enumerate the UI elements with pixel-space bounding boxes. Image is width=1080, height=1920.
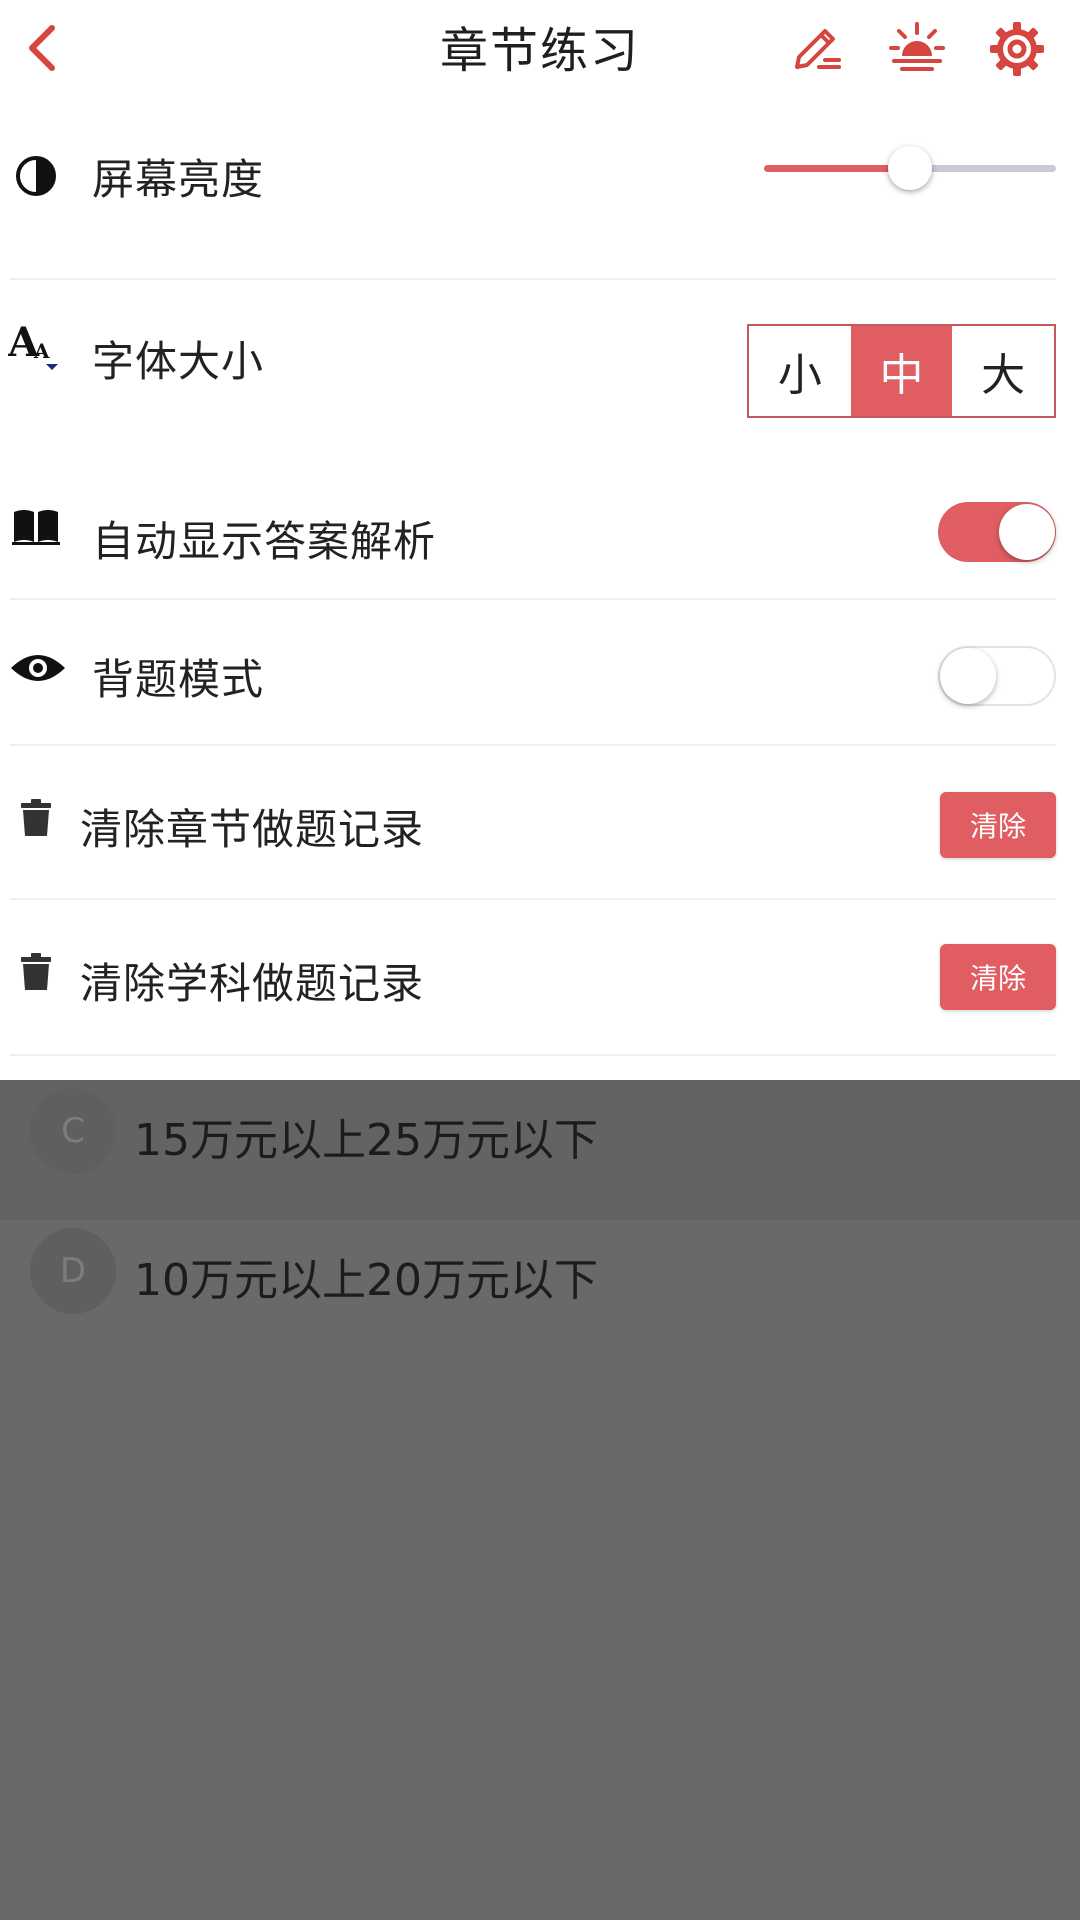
font-size-selector: 小 中 大 (747, 324, 1056, 418)
brightness-label: 屏幕亮度 (92, 155, 265, 204)
contrast-icon (8, 148, 64, 204)
toggle-knob (940, 648, 996, 704)
settings-panel: 屏幕亮度 A A 字体大小 小 中 大 自动显示答案解析 背题模式 清除章节做题… (0, 102, 1080, 1080)
clear-chapter-button[interactable]: 清除 (940, 792, 1056, 858)
clear-chapter-label: 清除章节做题记录 (80, 805, 425, 854)
recite-mode-label: 背题模式 (92, 655, 265, 704)
edit-button[interactable] (784, 18, 850, 84)
recite-mode-row: 背题模式 (0, 600, 1080, 746)
pencil-icon (789, 21, 845, 81)
auto-answer-row: 自动显示答案解析 (0, 438, 1080, 600)
option-letter-badge: C (30, 1088, 116, 1174)
option-text: 15万元以上25万元以下 (134, 1115, 598, 1166)
eye-icon (8, 640, 68, 696)
trash-icon (8, 944, 64, 1000)
clear-subject-label: 清除学科做题记录 (80, 959, 425, 1008)
gear-icon (988, 20, 1046, 82)
page: 章节练习 屏幕亮度 A A 字体大小 小 中 大 自动显示答案解析 背题模式 清… (0, 0, 1080, 1920)
option-text: 10万元以上20万元以下 (134, 1255, 598, 1306)
recite-mode-toggle[interactable] (938, 646, 1056, 706)
book-icon (8, 498, 64, 554)
slider-thumb[interactable] (888, 146, 932, 190)
font-size-label: 字体大小 (92, 337, 265, 386)
auto-answer-toggle[interactable] (938, 502, 1056, 562)
font-size-icon: A A (8, 318, 64, 374)
settings-button[interactable] (984, 18, 1050, 84)
clear-subject-row: 清除学科做题记录 清除 (0, 900, 1080, 1056)
night-mode-button[interactable] (884, 18, 950, 84)
divider (10, 1054, 1056, 1056)
dim-overlay[interactable]: C 15万元以上25万元以下 D 10万元以上20万元以下 (0, 1080, 1080, 1920)
font-size-small-option[interactable]: 小 (749, 326, 851, 416)
clear-chapter-row: 清除章节做题记录 清除 (0, 746, 1080, 900)
sunrise-icon (888, 20, 946, 82)
font-size-medium-option[interactable]: 中 (850, 326, 953, 416)
clear-subject-button[interactable]: 清除 (940, 944, 1056, 1010)
answer-option-c: C 15万元以上25万元以下 (0, 1080, 1080, 1220)
toggle-knob (999, 504, 1055, 560)
brightness-slider[interactable] (764, 146, 1056, 190)
answer-option-d: D 10万元以上20万元以下 (0, 1220, 1080, 1360)
font-size-row: A A 字体大小 小 中 大 (0, 280, 1080, 438)
brightness-row: 屏幕亮度 (0, 102, 1080, 280)
svg-text:A: A (33, 339, 50, 363)
font-size-large-option[interactable]: 大 (952, 326, 1054, 416)
top-bar: 章节练习 (0, 0, 1080, 102)
option-letter-badge: D (30, 1228, 116, 1314)
trash-icon (8, 790, 64, 846)
auto-answer-label: 自动显示答案解析 (92, 517, 437, 566)
